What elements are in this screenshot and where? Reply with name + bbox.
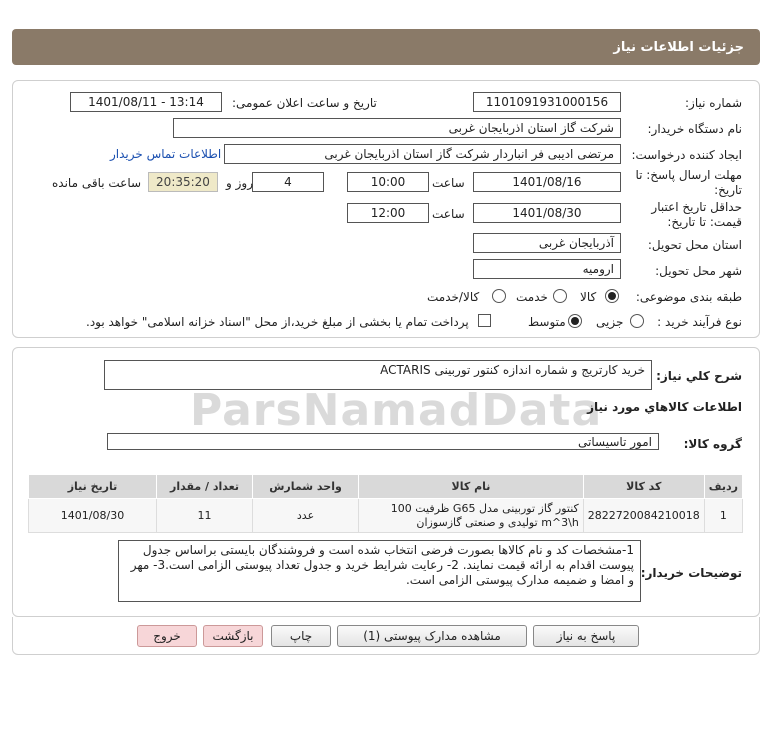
need-number-field: 1101091931000156 <box>473 92 621 112</box>
table-header-row: ردیف کد کالا نام کالا واحد شمارش تعداد /… <box>28 474 744 499</box>
category-goods-radio[interactable] <box>605 289 619 303</box>
process-medium-radio[interactable] <box>568 314 582 328</box>
exit-button[interactable]: خروج <box>137 625 197 647</box>
cell-code: 2822720084210018 <box>582 498 705 533</box>
cell-date: 1401/08/30 <box>28 498 157 533</box>
col-header-unit: واحد شمارش <box>251 474 360 499</box>
validity-date-field: 1401/08/30 <box>473 203 621 223</box>
cell-qty: 11 <box>156 498 253 533</box>
announce-label: تاریخ و ساعت اعلان عمومی: <box>232 96 377 110</box>
page-header: جزئیات اطلاعات نیاز <box>12 29 760 65</box>
buyer-notes-label: توضیحات خریدار: <box>640 566 742 580</box>
view-attachments-button[interactable]: مشاهده مدارک پیوستی (1) <box>337 625 527 647</box>
cell-unit: عدد <box>251 498 360 533</box>
buyer-notes-field: 1-مشخصات کد و نام کالاها بصورت فرضی انتخ… <box>118 540 641 602</box>
buyer-org-label: نام دستگاه خریدار: <box>647 122 743 136</box>
goods-group-field: امور تاسیساتی <box>107 433 659 450</box>
creator-field: مرتضی ادیبی فر انباردار شرکت گاز استان ا… <box>224 144 621 164</box>
category-goods-label: کالا <box>580 290 597 304</box>
process-partial-radio[interactable] <box>630 314 644 328</box>
deadline-time-field: 10:00 <box>347 172 429 192</box>
cell-name: کنتور گاز توربینی مدل G65 ظرفیت 100 m^3\… <box>358 498 584 533</box>
remaining-time-field: 20:35:20 <box>148 172 218 192</box>
col-header-name: نام کالا <box>358 474 584 499</box>
buyer-notes-text: 1-مشخصات کد و نام کالاها بصورت فرضی انتخ… <box>130 543 634 587</box>
reply-button[interactable]: پاسخ به نیاز <box>533 625 639 647</box>
province-label: استان محل تحویل: <box>647 238 742 252</box>
treasury-payment-note: پرداخت تمام یا بخشی از مبلغ خرید،از محل … <box>86 315 469 329</box>
page-title: جزئیات اطلاعات نیاز <box>613 39 744 55</box>
items-table: ردیف کد کالا نام کالا واحد شمارش تعداد /… <box>28 474 744 533</box>
city-field: ارومیه <box>473 259 621 279</box>
category-goods-service-radio[interactable] <box>492 289 506 303</box>
deadline-time-label: ساعت <box>432 176 465 190</box>
summary-label: شرح کلي نیاز: <box>656 369 742 383</box>
summary-text: خرید کارتریج و شماره انداز‌ه کنتور توربی… <box>380 363 645 377</box>
category-goods-service-label: کالا/خدمت <box>427 290 480 304</box>
back-button[interactable]: بازگشت <box>203 625 263 647</box>
print-button[interactable]: چاپ <box>271 625 331 647</box>
announce-field: 1401/08/11 - 13:14 <box>70 92 222 112</box>
deadline-label-line1: مهلت ارسال پاسخ: تا <box>635 168 742 182</box>
buyer-org-field: شرکت گاز استان اذربایجان غربی <box>173 118 621 138</box>
validity-label-line2: قیمت: تا تاریخ: <box>667 215 742 229</box>
city-label: شهر محل تحویل: <box>655 264 742 278</box>
validity-label-line1: حداقل تاریخ اعتبار <box>651 200 742 214</box>
contact-buyer-link[interactable]: اطلاعات تماس خریدار <box>110 147 221 161</box>
remaining-time-label: ساعت باقی مانده <box>52 176 142 190</box>
creator-label: ایجاد کننده درخواست: <box>631 148 742 162</box>
summary-field: خرید کارتریج و شماره انداز‌ه کنتور توربی… <box>104 360 652 390</box>
category-service-radio[interactable] <box>553 289 567 303</box>
process-medium-label: متوسط <box>528 315 566 329</box>
need-number-label: شماره نیاز: <box>685 96 742 110</box>
category-label: طبقه بندی موضوعی: <box>635 290 742 304</box>
process-partial-label: جزیی <box>596 315 624 329</box>
deadline-date-field: 1401/08/16 <box>473 172 621 192</box>
province-field: آذربایجان غربی <box>473 233 621 253</box>
goods-info-heading: اطلاعات کالاهاي مورد نياز <box>587 400 742 414</box>
col-header-code: کد کالا <box>582 474 705 499</box>
col-header-row-no: ردیف <box>703 474 744 499</box>
cell-row-no: 1 <box>703 498 744 533</box>
table-row: 1 2822720084210018 کنتور گاز توربینی مدل… <box>28 498 744 533</box>
days-field: 4 <box>252 172 324 192</box>
deadline-label-line2: تاریخ: <box>714 183 742 197</box>
validity-time-label: ساعت <box>432 207 465 221</box>
col-header-qty: تعداد / مقدار <box>156 474 253 499</box>
goods-group-label: گروه کالا: <box>683 437 742 451</box>
validity-time-field: 12:00 <box>347 203 429 223</box>
process-label: نوع فرآیند خرید : <box>657 315 742 329</box>
col-header-date: تاریخ نیاز <box>28 474 157 499</box>
category-service-label: خدمت <box>516 290 548 304</box>
days-label: روز و <box>226 176 253 190</box>
treasury-payment-checkbox[interactable] <box>478 314 491 327</box>
